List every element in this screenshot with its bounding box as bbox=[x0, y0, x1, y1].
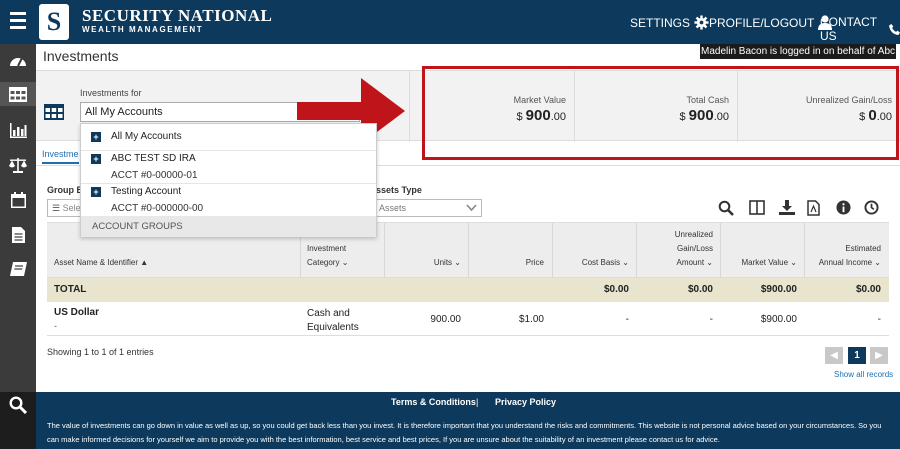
dropdown-item-all-accounts[interactable]: All My Accounts bbox=[111, 131, 182, 142]
total-market-value: $900.00 bbox=[760, 284, 797, 295]
prev-page-button[interactable]: ◀ bbox=[825, 347, 843, 364]
menu-icon[interactable] bbox=[10, 12, 26, 32]
logo-name[interactable]: SECURITY NATIONAL bbox=[82, 6, 272, 26]
footer: Terms & Conditions | Privacy Policy The … bbox=[36, 392, 900, 449]
investments-for-label: Investments for bbox=[80, 88, 142, 98]
profile-logout-link[interactable]: PROFILE/LOGOUT bbox=[709, 15, 833, 30]
table-row[interactable]: US Dollar - Cash and Equivalents 900.00 $… bbox=[47, 302, 889, 336]
chevron-down-icon: ⌄ bbox=[454, 258, 461, 267]
dropdown-item-testing-account[interactable]: Testing Account bbox=[111, 186, 181, 197]
list-icon: ☰ bbox=[52, 203, 61, 213]
total-income: $0.00 bbox=[855, 284, 881, 295]
investments-grid-icon[interactable] bbox=[0, 82, 36, 106]
col-asset-name[interactable]: Asset Name & Identifier ▲ bbox=[54, 256, 148, 270]
info-icon[interactable] bbox=[836, 200, 851, 215]
profile-label: PROFILE/LOGOUT bbox=[709, 15, 815, 30]
account-number: ACCT #0-00000-01 bbox=[111, 170, 198, 181]
col-market-value[interactable]: Market Value ⌄ bbox=[742, 256, 797, 270]
accounts-dropdown: + All My Accounts + ABC TEST SD IRA ACCT… bbox=[80, 123, 377, 237]
footer-divider: | bbox=[476, 397, 479, 407]
account-groups-header[interactable]: ACCOUNT GROUPS bbox=[81, 216, 376, 237]
account-number: ACCT #0-000000-00 bbox=[111, 203, 204, 214]
pdf-icon[interactable] bbox=[807, 200, 820, 216]
search-icon[interactable] bbox=[718, 200, 734, 216]
contact-us-link[interactable]: CONTACT US bbox=[820, 15, 900, 43]
disclaimer-text: The value of investments can go down in … bbox=[47, 421, 882, 444]
logo-subtitle: WEALTH MANAGEMENT bbox=[82, 25, 204, 34]
col-price: Price bbox=[525, 258, 544, 267]
col-investment-category[interactable]: Investment Category ⌄ bbox=[307, 242, 348, 270]
plus-icon[interactable]: + bbox=[91, 132, 101, 142]
asset-cost-basis: - bbox=[625, 314, 629, 325]
chevron-left-icon: ◀ bbox=[830, 350, 838, 361]
chevron-down-icon: ⌄ bbox=[706, 258, 713, 267]
chevron-down-icon: ⌄ bbox=[622, 258, 629, 267]
total-label: TOTAL bbox=[54, 284, 87, 295]
asset-category: Cash and Equivalents bbox=[307, 308, 359, 333]
settings-label: SETTINGS bbox=[630, 15, 691, 30]
table-icon bbox=[44, 104, 64, 120]
privacy-link[interactable]: Privacy Policy bbox=[495, 397, 556, 407]
columns-icon[interactable] bbox=[749, 200, 765, 215]
chevron-down-icon: ⌄ bbox=[341, 258, 349, 267]
next-page-button[interactable]: ▶ bbox=[870, 347, 888, 364]
asset-name: US Dollar bbox=[54, 307, 100, 318]
asset-income: - bbox=[877, 314, 881, 325]
bar-chart-icon[interactable] bbox=[0, 118, 36, 142]
asset-units: 900.00 bbox=[430, 314, 461, 325]
chevron-down-icon bbox=[466, 204, 477, 212]
show-all-records-link[interactable]: Show all records bbox=[834, 370, 893, 379]
chevron-down-icon: ⌄ bbox=[874, 258, 881, 267]
page-title: Investments bbox=[43, 48, 119, 64]
col-unrealized-gain[interactable]: Unrealized Gain/Loss Amount ⌄ bbox=[675, 228, 713, 270]
holdings-table: Asset Name & Identifier ▲ Investment Cate… bbox=[47, 222, 889, 336]
asset-market-value: $900.00 bbox=[760, 314, 797, 325]
plus-icon[interactable]: + bbox=[91, 154, 101, 164]
col-cost-basis[interactable]: Cost Basis ⌄ bbox=[582, 256, 629, 270]
balance-scale-icon[interactable] bbox=[0, 153, 36, 177]
asset-identifier: - bbox=[54, 321, 57, 331]
total-row: TOTAL $0.00 $0.00 $900.00 $0.00 bbox=[47, 278, 889, 302]
phone-icon bbox=[889, 23, 900, 35]
document-icon[interactable] bbox=[0, 223, 36, 247]
asset-gain: - bbox=[709, 314, 713, 325]
asset-price: $1.00 bbox=[518, 314, 544, 325]
assets-type-select[interactable]: ll Assets bbox=[368, 199, 482, 217]
download-icon[interactable] bbox=[779, 200, 795, 215]
gear-icon bbox=[694, 15, 709, 30]
tab-investments[interactable]: Investme bbox=[42, 149, 79, 164]
chevron-down-icon: ⌄ bbox=[790, 258, 797, 267]
plus-icon[interactable]: + bbox=[91, 187, 101, 197]
chevron-right-icon: ▶ bbox=[875, 350, 883, 361]
dropdown-item-abc-test[interactable]: ABC TEST SD IRA bbox=[111, 153, 196, 164]
entries-info: Showing 1 to 1 of 1 entries bbox=[47, 347, 154, 357]
sort-up-icon: ▲ bbox=[140, 258, 149, 267]
terms-link[interactable]: Terms & Conditions bbox=[391, 397, 476, 407]
highlight-box-annotation bbox=[422, 66, 899, 160]
page-1-button[interactable]: 1 bbox=[848, 347, 866, 364]
settings-link[interactable]: SETTINGS bbox=[630, 15, 709, 30]
book-icon[interactable] bbox=[0, 257, 36, 281]
contact-label: CONTACT US bbox=[820, 15, 877, 43]
col-annual-income[interactable]: Estimated Annual Income ⌄ bbox=[819, 242, 881, 270]
total-cost-basis: $0.00 bbox=[603, 284, 629, 295]
top-bar: S SECURITY NATIONAL WEALTH MANAGEMENT SE… bbox=[0, 0, 900, 44]
sidebar bbox=[0, 44, 36, 449]
history-icon[interactable] bbox=[864, 200, 879, 215]
sidebar-search[interactable] bbox=[0, 392, 36, 449]
total-gain: $0.00 bbox=[687, 284, 713, 295]
calendar-icon[interactable] bbox=[0, 188, 36, 212]
assets-type-label: ssets Type bbox=[376, 185, 422, 195]
search-icon bbox=[9, 396, 27, 414]
col-units[interactable]: Units ⌄ bbox=[434, 256, 461, 270]
dashboard-icon[interactable] bbox=[0, 48, 36, 72]
logo-badge[interactable]: S bbox=[39, 4, 69, 40]
